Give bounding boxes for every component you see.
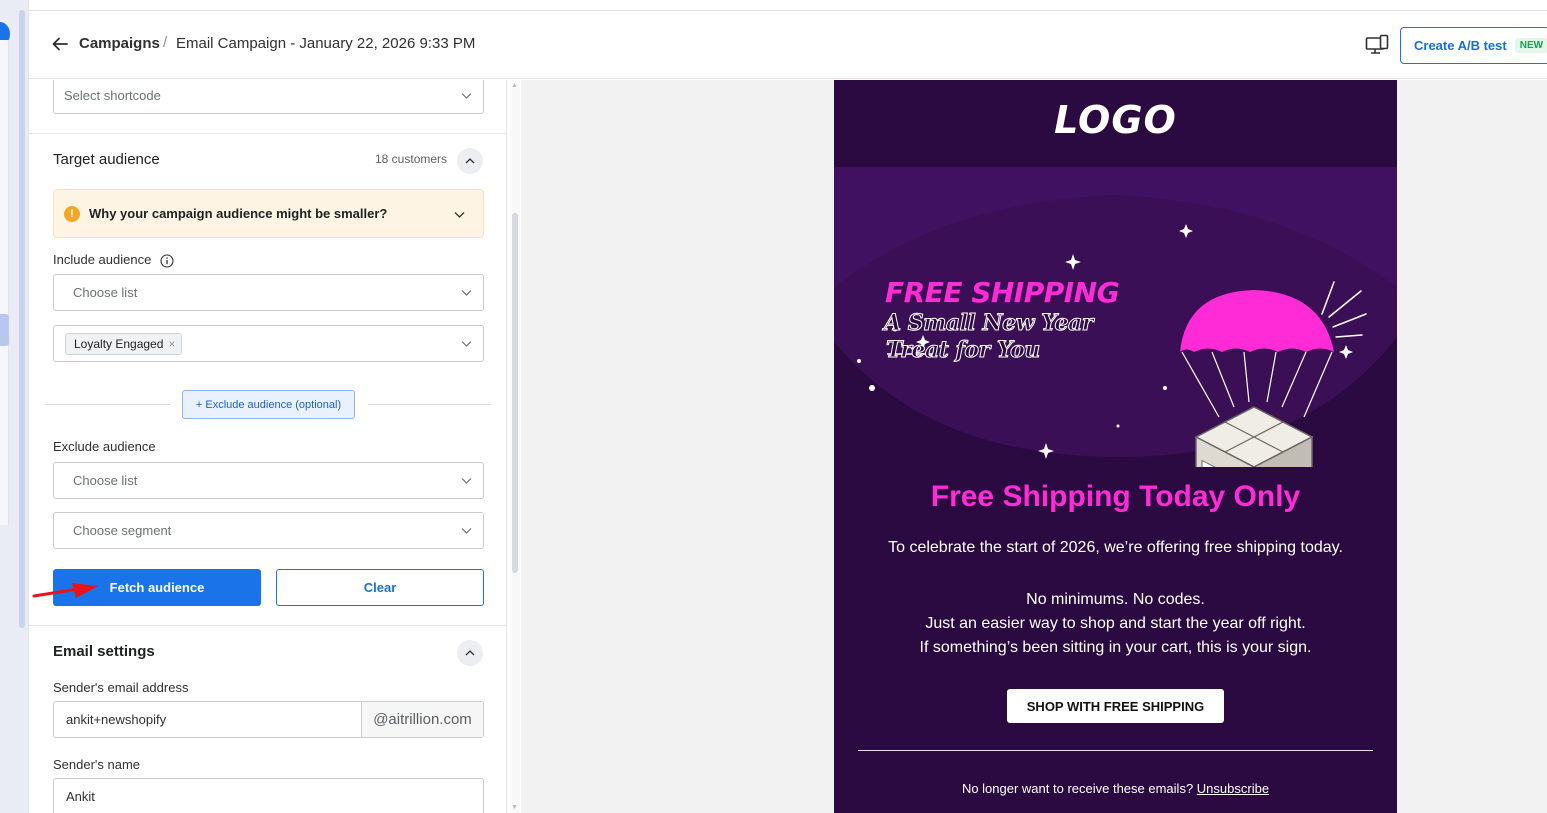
- clear-button[interactable]: Clear: [276, 569, 484, 606]
- ab-test-label: Create A/B test: [1414, 38, 1507, 53]
- sender-name-label: Sender's name: [53, 757, 141, 772]
- unsubscribe-link[interactable]: Unsubscribe: [1197, 781, 1269, 796]
- info-icon[interactable]: [160, 254, 174, 268]
- email-paragraph: If something’s been sitting in your cart…: [919, 639, 1312, 656]
- rail-scrollbar[interactable]: [19, 10, 25, 628]
- unsubscribe-text: No longer want to receive these emails?: [961, 781, 1194, 796]
- shortcode-placeholder: Select shortcode: [64, 88, 161, 103]
- unsubscribe-footer: No longer want to receive these emails? …: [834, 781, 1397, 796]
- hero-subline-1: A Small New Year: [884, 310, 1094, 337]
- chevron-down-icon: [461, 290, 472, 296]
- settings-panel: Select shortcode Target audience 18 cust…: [29, 80, 507, 813]
- selected-list-tag: Loyalty Engaged ×: [65, 332, 183, 355]
- exclude-divider-right: [368, 404, 491, 405]
- audience-warning[interactable]: ! Why your campaign audience might be sm…: [53, 189, 484, 238]
- shop-cta-button[interactable]: SHOP WITH FREE SHIPPING: [1007, 689, 1224, 723]
- sender-email-input[interactable]: ankit+newshopify: [54, 702, 361, 737]
- warning-icon: !: [64, 205, 80, 222]
- chevron-up-icon: [465, 158, 475, 164]
- email-paragraph: Just an easier way to shop and start the…: [925, 615, 1306, 632]
- exclude-divider-left: [45, 404, 170, 405]
- chevron-up-icon: [465, 650, 475, 656]
- rail-track: [0, 40, 9, 525]
- exclude-segment-placeholder: Choose segment: [73, 523, 172, 538]
- scroll-up-icon[interactable]: ▲: [511, 82, 518, 89]
- chevron-down-icon: [461, 528, 472, 534]
- exclude-list-select[interactable]: Choose list: [53, 462, 484, 499]
- device-preview-icon[interactable]: [1365, 34, 1389, 56]
- breadcrumb-campaigns[interactable]: Campaigns: [79, 35, 160, 52]
- include-list-placeholder: Choose list: [73, 285, 138, 300]
- shortcode-select[interactable]: Select shortcode: [53, 80, 484, 114]
- rail-tab[interactable]: [0, 314, 9, 346]
- email-logo: LOGO: [1054, 98, 1177, 142]
- create-ab-test-button[interactable]: Create A/B test NEW: [1400, 27, 1547, 64]
- chevron-down-icon: [461, 341, 472, 347]
- section-divider: [29, 625, 506, 626]
- page-header: Campaigns / Email Campaign - January 22,…: [29, 11, 1547, 79]
- exclude-segment-select[interactable]: Choose segment: [53, 512, 484, 549]
- panel-scrollbar[interactable]: ▲ ▼: [510, 80, 520, 813]
- sender-name-input[interactable]: Ankit: [53, 778, 484, 813]
- exclude-audience-label: Exclude audience: [53, 439, 156, 454]
- red-arrow-annotation-icon: [32, 583, 98, 598]
- chevron-down-icon: [454, 212, 465, 218]
- tag-label: Loyalty Engaged: [74, 336, 164, 351]
- sender-email-domain: @aitrillion.com: [361, 702, 483, 737]
- warning-text: Why your campaign audience might be smal…: [89, 206, 388, 221]
- collapse-email-settings-button[interactable]: [457, 640, 483, 666]
- scrollbar-thumb[interactable]: [512, 213, 518, 573]
- exclude-audience-button[interactable]: + Exclude audience (optional): [182, 390, 355, 419]
- include-audience-label: Include audience: [53, 252, 152, 267]
- exclude-list-placeholder: Choose list: [73, 473, 138, 488]
- sender-email-label: Sender's email address: [53, 680, 189, 695]
- tag-remove-icon[interactable]: ×: [168, 337, 175, 351]
- email-settings-title: Email settings: [53, 643, 155, 660]
- customer-count: 18 customers: [375, 152, 448, 166]
- hero-headline: FREE SHIPPING: [885, 276, 1120, 309]
- breadcrumb-separator: /: [163, 34, 168, 51]
- chevron-down-icon: [461, 93, 472, 99]
- include-selected-select[interactable]: Loyalty Engaged ×: [53, 325, 484, 362]
- email-divider: [858, 750, 1373, 751]
- hero-subline-2: Treat for You: [886, 337, 1041, 364]
- target-audience-title: Target audience: [53, 151, 160, 168]
- include-list-select[interactable]: Choose list: [53, 274, 484, 311]
- email-paragraph: No minimums. No codes.: [1026, 591, 1205, 608]
- scroll-down-icon[interactable]: ▼: [511, 804, 518, 811]
- new-badge: NEW: [1514, 38, 1547, 53]
- email-heading: Free Shipping Today Only: [930, 480, 1301, 513]
- arrow-left-icon[interactable]: [51, 35, 69, 53]
- chevron-down-icon: [461, 478, 472, 484]
- email-preview: LOGO FREE SHIPPING A Small New Year Trea…: [834, 80, 1397, 813]
- section-divider: [29, 133, 506, 134]
- email-paragraph: To celebrate the start of 2026, we’re of…: [888, 539, 1343, 556]
- page-title: Email Campaign - January 22, 2026 9:33 P…: [176, 35, 476, 52]
- collapse-target-button[interactable]: [457, 148, 483, 174]
- left-rail: [0, 0, 29, 813]
- sender-email-field[interactable]: ankit+newshopify @aitrillion.com: [53, 701, 484, 738]
